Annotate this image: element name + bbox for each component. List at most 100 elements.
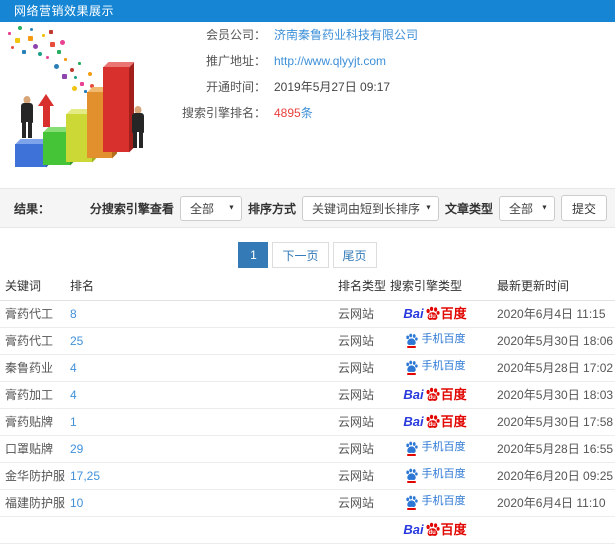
engine-type-cell: 手机百度 — [390, 462, 480, 490]
rank-type-cell: 云网站 — [338, 442, 375, 456]
rank-link[interactable]: 17,25 — [70, 469, 100, 483]
table-row: 膏药代工 25 云网站 手机百度 2020年5月30日 18:06 — [0, 327, 615, 355]
engine-filter-select[interactable]: 全部 ▼ — [179, 195, 242, 221]
result-label: 结果： — [14, 201, 51, 216]
mobile-baidu-paw-icon — [405, 468, 418, 483]
company-row: 会员公司： 济南秦鲁药业科技有限公司 — [178, 28, 418, 43]
rank-type-cell: 云网站 — [338, 415, 375, 429]
chevron-down-icon: ▼ — [228, 204, 235, 212]
header-updated-time: 最新更新时间 — [480, 272, 615, 301]
engine-type-cell: 手机百度 — [390, 435, 480, 463]
engine-type-cell: Bai du 百度 — [390, 408, 480, 436]
baidu-logo-cn: 百度 — [440, 414, 467, 429]
mobile-baidu-paw-icon — [405, 333, 418, 348]
rank-count-label: 搜索引擎排名： — [181, 106, 266, 120]
table-row: 秦鲁药业 4 云网站 手机百度 2020年5月28日 17:02 — [0, 354, 615, 382]
updated-time-cell: 2020年5月30日 18:06 — [497, 334, 614, 348]
pagination: 1 下一页 尾页 — [0, 242, 615, 268]
mobile-baidu-paw-icon — [405, 441, 418, 456]
updated-time-cell: 2020年5月30日 17:58 — [497, 415, 614, 429]
clipart-bar-blue — [15, 139, 51, 167]
page-1-button[interactable]: 1 — [238, 242, 269, 268]
keyword-cell: 福建防护服 — [5, 496, 66, 510]
baidu-paw-icon: du — [425, 414, 440, 429]
engine-type-cell: Bai du 百度 — [390, 381, 480, 409]
keyword-cell: 秦鲁药业 — [5, 361, 54, 375]
submit-button[interactable]: 提交 — [560, 195, 607, 221]
opened-value: 2019年5月27日 09:17 — [274, 80, 391, 94]
mobile-baidu-label: 手机百度 — [421, 440, 466, 453]
mobile-baidu-label: 手机百度 — [421, 494, 466, 507]
mobile-baidu-logo: 手机百度 — [405, 440, 466, 456]
sort-filter-select[interactable]: 关键词由短到长排序 ▼ — [301, 195, 439, 221]
table-row: 福建防护服 10 云网站 手机百度 2020年6月4日 11:10 — [0, 489, 615, 517]
table-row: 膏药贴牌 1 云网站 Bai du 百度 2020年5月30日 17:58 — [0, 408, 615, 436]
rank-link[interactable]: 29 — [70, 442, 83, 456]
keyword-cell: 口罩贴牌 — [5, 442, 54, 456]
chevron-down-icon: ▼ — [541, 204, 548, 212]
next-page-button[interactable]: 下一页 — [272, 242, 329, 268]
company-label: 会员公司： — [205, 28, 266, 42]
rank-type-cell: 云网站 — [338, 307, 375, 321]
rank-count-unit: 条 — [300, 106, 313, 120]
article-type-filter-select[interactable]: 全部 ▼ — [498, 195, 555, 221]
baidu-paw-icon: du — [425, 387, 440, 402]
last-page-button[interactable]: 尾页 — [332, 242, 377, 268]
baidu-logo-bai: Bai — [403, 306, 424, 321]
header-rank: 排名 — [70, 272, 338, 301]
updated-time-cell: 2020年6月20日 09:25 — [497, 469, 614, 483]
rank-count-number: 4895 — [274, 106, 301, 120]
engine-filter-label: 分搜索引擎查看 — [89, 201, 174, 216]
baidu-logo: Bai du 百度 — [403, 414, 467, 429]
account-info-panel: 会员公司： 济南秦鲁药业科技有限公司 推广地址： http://www.qlyy… — [178, 28, 418, 132]
baidu-logo-bai: Bai — [403, 414, 424, 429]
table-header-row: 关键词 排名 排名类型 搜索引擎类型 最新更新时间 — [0, 272, 615, 301]
up-arrow-icon — [38, 94, 54, 128]
updated-time-cell: 2020年6月4日 11:10 — [497, 496, 606, 510]
header-rank-type: 排名类型 — [338, 272, 390, 301]
site-row: 推广地址： http://www.qlyyjt.com — [178, 54, 418, 69]
engine-type-cell: Bai du 百度 — [390, 300, 480, 328]
article-type-filter-value: 全部 — [508, 201, 533, 216]
company-link[interactable]: 济南秦鲁药业科技有限公司 — [274, 28, 418, 43]
opened-label: 开通时间： — [205, 80, 266, 94]
table-row: 膏药代工 8 云网站 Bai du 百度 2020年6月4日 11:15 — [0, 300, 615, 328]
keyword-cell: 膏药加工 — [5, 388, 54, 402]
rank-type-cell: 云网站 — [338, 388, 375, 402]
chevron-down-icon: ▼ — [425, 204, 432, 212]
mobile-baidu-paw-icon — [405, 360, 418, 375]
site-label: 推广地址： — [205, 54, 266, 68]
site-link[interactable]: http://www.qlyyjt.com — [274, 54, 386, 69]
article-type-filter-label: 文章类型 — [444, 201, 493, 216]
baidu-paw-icon: du — [425, 306, 440, 321]
rank-link[interactable]: 4 — [70, 388, 77, 402]
keyword-cell: 膏药代工 — [5, 307, 54, 321]
mobile-baidu-logo: 手机百度 — [405, 494, 466, 510]
mobile-baidu-logo: 手机百度 — [405, 359, 466, 375]
engine-filter-value: 全部 — [189, 201, 214, 216]
keyword-cell: 金华防护服 — [5, 469, 66, 483]
updated-time-cell: 2020年5月28日 16:55 — [497, 442, 614, 456]
rank-link[interactable]: 4 — [70, 361, 77, 375]
rank-link[interactable]: 8 — [70, 307, 77, 321]
baidu-logo-cn: 百度 — [440, 387, 467, 402]
engine-type-cell: 手机百度 — [390, 354, 480, 382]
mobile-baidu-logo: 手机百度 — [405, 467, 466, 483]
table-row: 膏药加工 4 云网站 Bai du 百度 2020年5月30日 18:03 — [0, 381, 615, 409]
mobile-baidu-label: 手机百度 — [421, 359, 466, 372]
mobile-baidu-logo: 手机百度 — [405, 333, 466, 348]
table-row: 口罩贴牌 29 云网站 手机百度 2020年5月28日 16:55 — [0, 435, 615, 463]
filter-bar: 结果： 分搜索引擎查看 全部 ▼ 排序方式 关键词由短到长排序 ▼ 文章类型 全… — [0, 188, 615, 228]
rank-link[interactable]: 1 — [70, 415, 77, 429]
rank-link[interactable]: 10 — [70, 496, 83, 510]
results-table-body: 膏药代工 8 云网站 Bai du 百度 2020年6月4日 11:15 膏药代… — [0, 300, 615, 544]
updated-time-cell: 2020年6月4日 11:15 — [497, 307, 606, 321]
table-row: 金华防护服 17,25 云网站 手机百度 2020年6月20日 09:25 — [0, 462, 615, 490]
rank-link[interactable]: 25 — [70, 334, 83, 348]
page-title: 网络营销效果展示 — [0, 0, 615, 22]
rank-type-cell: 云网站 — [338, 469, 375, 483]
filter-group: 分搜索引擎查看 全部 ▼ 排序方式 关键词由短到长排序 ▼ 文章类型 全部 ▼ … — [90, 195, 607, 221]
results-table: 关键词 排名 排名类型 搜索引擎类型 最新更新时间 膏药代工 8 云网站 Bai… — [0, 272, 615, 544]
mobile-baidu-label: 手机百度 — [421, 467, 466, 480]
rank-count-value: 4895条 — [274, 106, 313, 121]
